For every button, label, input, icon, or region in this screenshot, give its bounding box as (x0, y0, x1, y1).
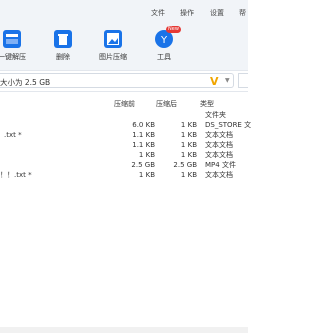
file-type: 文本文档 (205, 171, 233, 179)
delete-label: 删除 (56, 53, 70, 61)
file-type: 文本文档 (205, 131, 233, 139)
table-row[interactable]: 6.0 KB 1 KB DS_STORE 文 (0, 121, 252, 130)
file-size-after: 1 KB (180, 171, 197, 179)
tools-button[interactable]: Y New 工具 (144, 26, 184, 62)
table-row[interactable]: 文件夹 (0, 111, 248, 120)
tools-label: 工具 (157, 53, 171, 61)
image-compress-label: 图片压缩 (99, 53, 127, 61)
menu-action[interactable]: 操作 (180, 8, 194, 18)
extract-label: 一键解压 (0, 53, 26, 61)
toolbar: 一键解压 删除 图片压缩 Y New 工具 (0, 22, 248, 70)
nav-button[interactable] (238, 73, 248, 88)
file-size-after: 2.5 GB (173, 161, 197, 169)
file-type: DS_STORE 文 (205, 121, 252, 129)
header-before[interactable]: 压缩前 (114, 99, 135, 109)
image-compress-icon (104, 30, 122, 48)
table-row[interactable]: 1 KB 1 KB 文本文档 (0, 151, 248, 160)
image-compress-button[interactable]: 图片压缩 (93, 30, 133, 62)
trash-icon (54, 30, 72, 48)
horizontal-scrollbar[interactable] (0, 327, 248, 333)
menu-help[interactable]: 帮 (239, 8, 246, 18)
menu-settings[interactable]: 设置 (210, 8, 224, 18)
file-size-after: 1 KB (180, 121, 197, 129)
path-bar: 大小为 2.5 GB V ▼ (0, 70, 248, 92)
extract-button[interactable]: 一键解压 (0, 30, 32, 62)
new-badge: New (166, 26, 181, 33)
file-type: 文本文档 (205, 151, 233, 159)
header-after[interactable]: 压缩后 (156, 99, 177, 109)
table-row[interactable]: 1.1 KB 1 KB 文本文档 (0, 141, 248, 150)
table-row[interactable]: ！！.txt * 1 KB 1 KB 文本文档 (0, 171, 248, 180)
file-type: 文本文档 (205, 141, 233, 149)
archive-size-text: 大小为 2.5 GB (0, 78, 51, 87)
title-bar: 文件 操作 设置 帮 (0, 0, 248, 22)
v-icon[interactable]: V (210, 75, 219, 88)
file-table: 压缩前 压缩后 类型 文件夹 6.0 KB 1 KB DS_STORE 文 .t… (0, 92, 252, 333)
table-row[interactable]: 2.5 GB 2.5 GB MP4 文件 (0, 161, 248, 170)
chevron-down-icon[interactable]: ▼ (225, 77, 230, 84)
header-type[interactable]: 类型 (200, 99, 214, 109)
file-size-after: 1 KB (180, 151, 197, 159)
table-row[interactable]: .txt * 1.1 KB 1 KB 文本文档 (0, 131, 248, 140)
svg-text:Y: Y (160, 35, 168, 46)
toolbox-icon: Y New (155, 26, 181, 48)
file-name: .txt * (4, 131, 22, 139)
file-type: 文件夹 (205, 111, 226, 119)
file-type: MP4 文件 (205, 161, 236, 169)
file-name: ！！.txt * (0, 171, 32, 179)
path-box[interactable]: 大小为 2.5 GB V ▼ (0, 73, 234, 88)
unzip-icon (3, 30, 21, 48)
delete-button[interactable]: 删除 (43, 30, 83, 62)
menu-file[interactable]: 文件 (151, 8, 165, 18)
file-size-after: 1 KB (180, 131, 197, 139)
file-size-after: 1 KB (180, 141, 197, 149)
